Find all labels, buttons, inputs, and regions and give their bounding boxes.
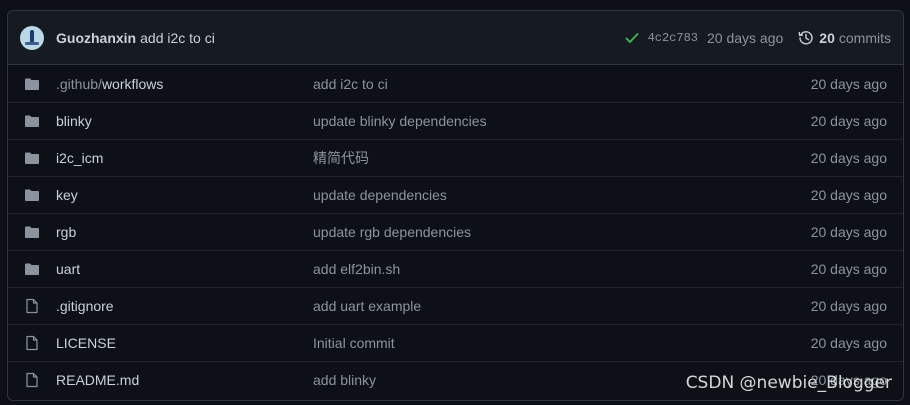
file-row[interactable]: LICENSE Initial commit 20 days ago [8,324,903,361]
commit-author[interactable]: Guozhanxin [56,30,136,46]
folder-icon [25,115,39,127]
csdn-watermark: CSDN @newbie_Blogger [685,373,892,393]
file-name[interactable]: i2c_icm [56,150,313,166]
commit-count[interactable]: 20 [819,30,835,46]
author-avatar[interactable] [20,25,44,50]
file-name[interactable]: LICENSE [56,335,313,351]
file-age: 20 days ago [810,298,887,314]
file-row[interactable]: uart add elf2bin.sh 20 days ago [8,250,903,287]
file-row[interactable]: blinky update blinky dependencies 20 day… [8,102,903,139]
commit-age: 20 days ago [707,29,784,46]
file-commit-message[interactable]: update blinky dependencies [313,113,787,129]
commit-message[interactable]: add i2c to ci [140,30,215,46]
file-name-text[interactable]: workflows [102,76,163,92]
check-icon[interactable] [624,30,640,46]
file-age: 20 days ago [810,224,887,240]
file-icon [26,372,38,388]
file-list: .github/workflows add i2c to ci 20 days … [8,65,903,398]
file-row[interactable]: .gitignore add uart example 20 days ago [8,287,903,324]
commit-sha[interactable]: 4c2c783 [648,31,698,45]
folder-icon [25,189,39,201]
file-name-prefix[interactable]: .github/ [56,76,102,92]
file-name[interactable]: uart [56,261,313,277]
file-age: 20 days ago [810,261,887,277]
file-age: 20 days ago [810,75,887,92]
file-commit-message[interactable]: add elf2bin.sh [313,261,787,277]
file-age: 20 days ago [810,113,887,129]
file-icon [26,335,38,351]
file-row[interactable]: key update dependencies 20 days ago [8,176,903,213]
commit-count-label[interactable]: commits [839,30,891,46]
file-name[interactable]: key [56,187,313,203]
history-icon[interactable] [798,30,814,46]
folder-icon [25,152,39,164]
folder-icon [25,78,39,90]
file-commit-message[interactable]: add i2c to ci [313,76,787,92]
file-row[interactable]: i2c_icm 精简代码 20 days ago [8,139,903,176]
latest-commit-bar: Guozhanxin add i2c to ci 4c2c783 20 days… [8,11,903,65]
file-row[interactable]: rgb update rgb dependencies 20 days ago [8,213,903,250]
file-name[interactable]: blinky [56,113,313,129]
file-commit-message[interactable]: update rgb dependencies [313,224,787,240]
folder-icon [25,263,39,275]
folder-icon [25,226,39,238]
file-row[interactable]: .github/workflows add i2c to ci 20 days … [8,65,903,102]
file-name[interactable]: .github/workflows [56,76,313,92]
file-commit-message[interactable]: add uart example [313,298,787,314]
file-commit-message[interactable]: Initial commit [313,335,787,351]
file-commit-message[interactable]: update dependencies [313,187,787,203]
file-name[interactable]: rgb [56,224,313,240]
file-browser: Guozhanxin add i2c to ci 4c2c783 20 days… [7,10,904,401]
file-name[interactable]: README.md [56,372,313,388]
file-commit-message[interactable]: 精简代码 [313,148,787,168]
file-age: 20 days ago [810,150,887,166]
file-name[interactable]: .gitignore [56,298,313,314]
file-age: 20 days ago [810,335,887,351]
file-age: 20 days ago [810,187,887,203]
file-icon [26,298,38,314]
